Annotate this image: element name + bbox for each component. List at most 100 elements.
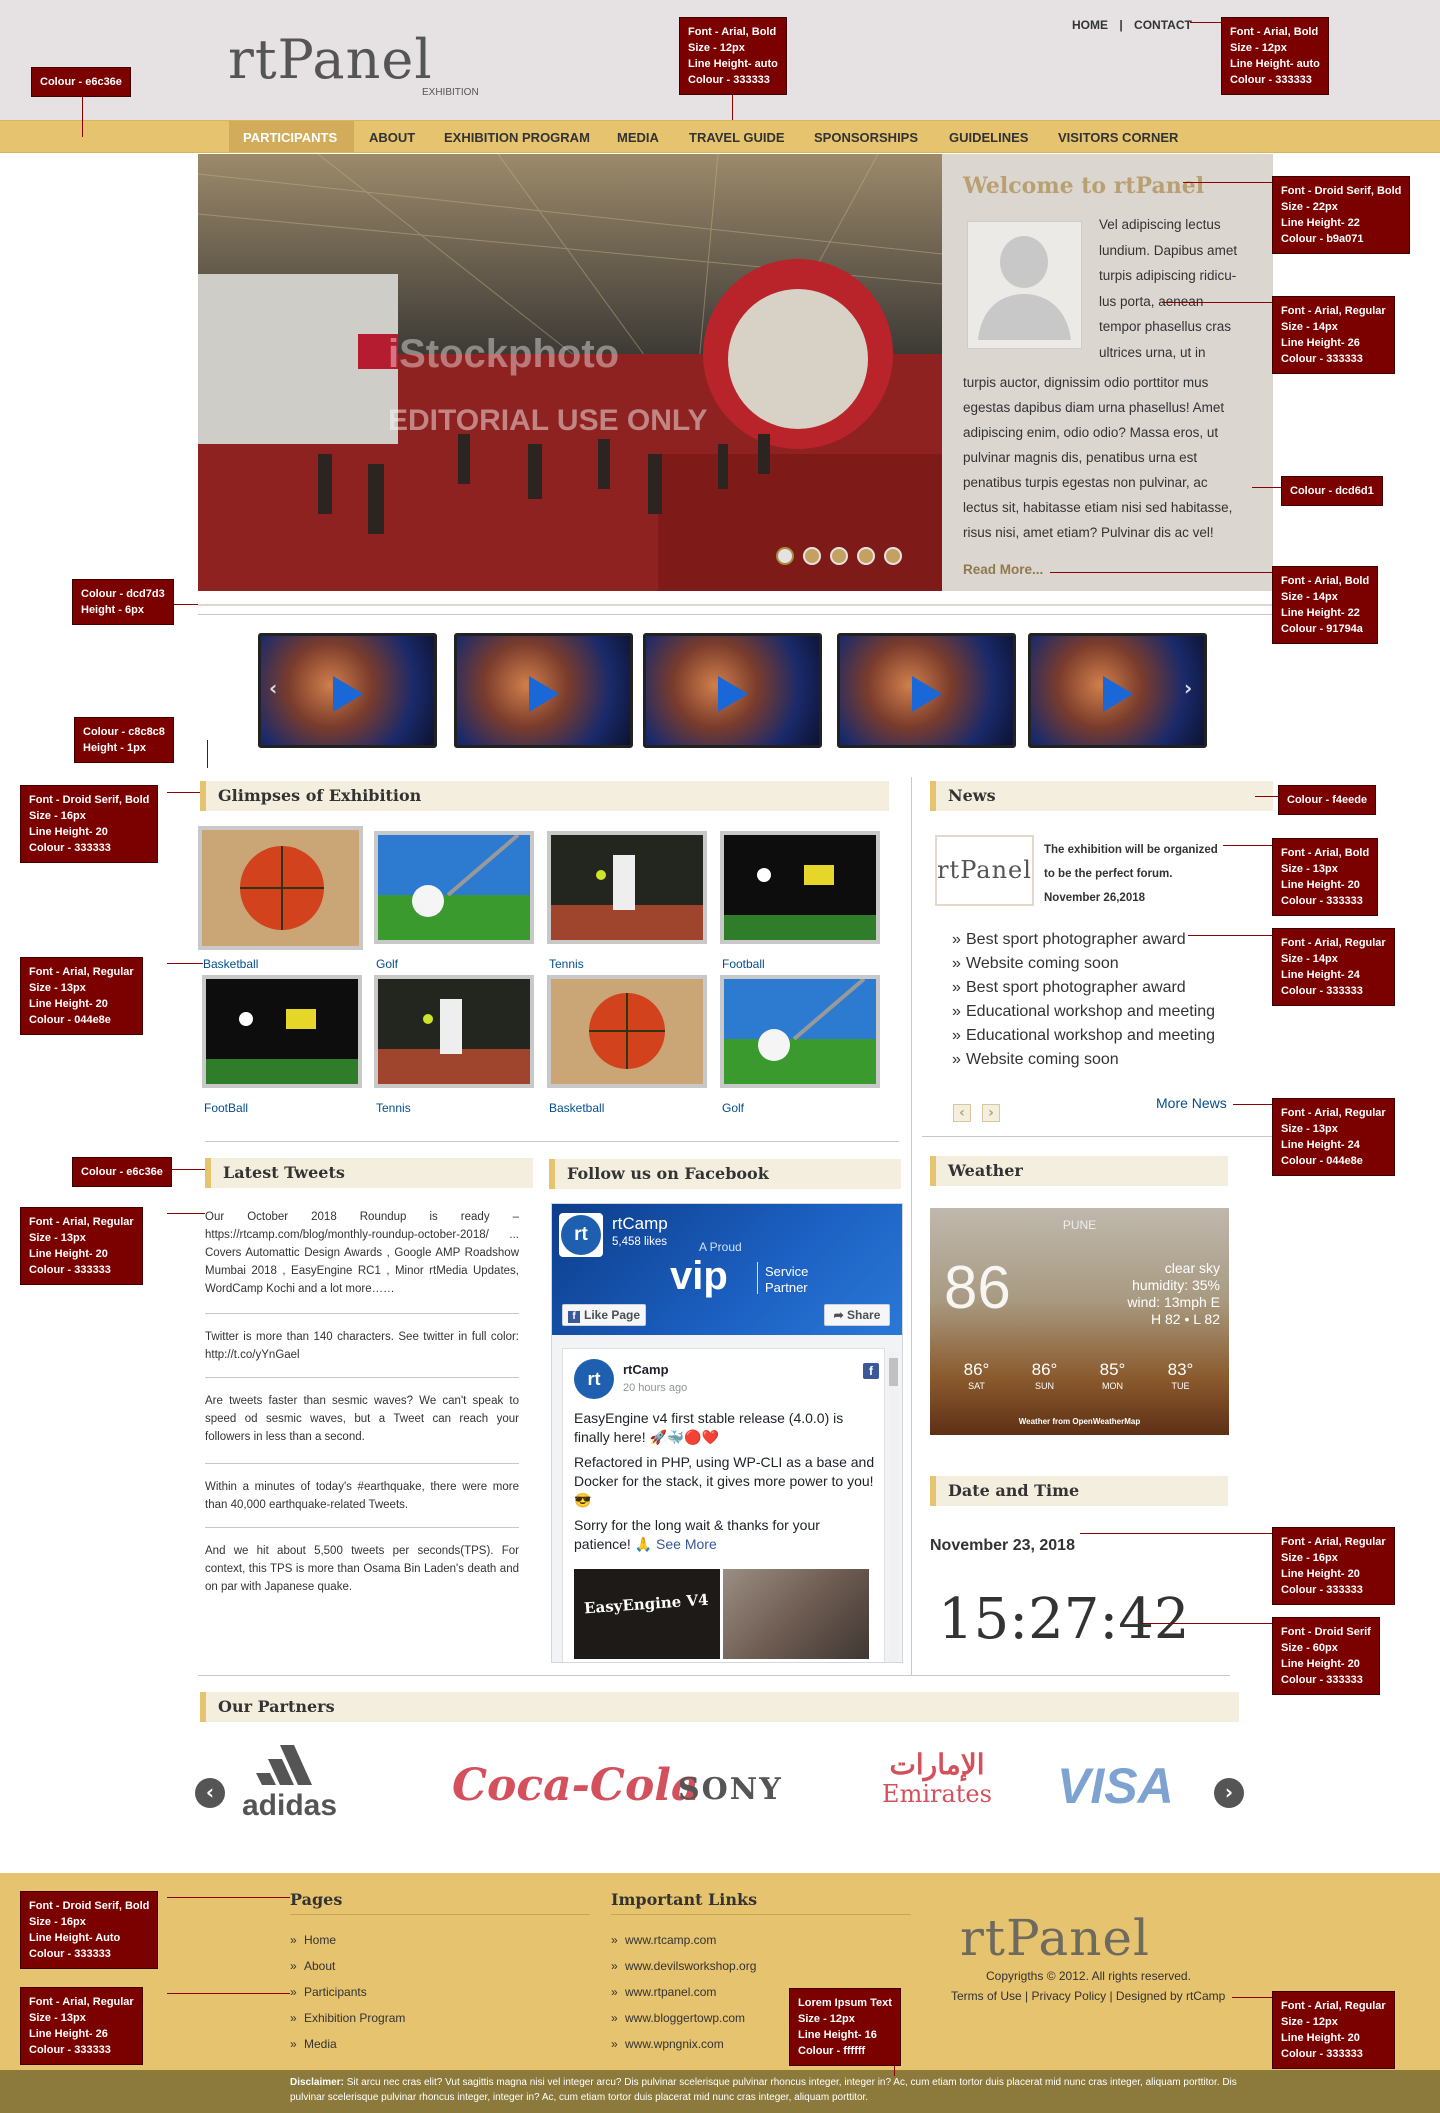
video-next-arrow[interactable]: ›	[1184, 678, 1192, 698]
weather-day-sat: 86° SAT	[963, 1360, 990, 1391]
top-link-home[interactable]: HOME	[1072, 18, 1108, 32]
glimpse-thumb-football-1[interactable]	[720, 831, 880, 944]
nav-visitors-corner[interactable]: VISITORS CORNER	[1058, 130, 1178, 146]
news-item-5[interactable]: » Educational workshop and meeting	[952, 1024, 1215, 1048]
nav-about[interactable]: ABOUT	[369, 130, 415, 146]
chevron-right-icon: »	[611, 1985, 618, 1999]
glimpse-thumb-basketball-1[interactable]	[198, 826, 363, 950]
hero-slider[interactable]: iStockphoto EDITORIAL USE ONLY	[198, 154, 942, 591]
fb-scrollbar[interactable]	[889, 1352, 898, 1662]
partner-logo-coca-cola[interactable]: Coca-Cola	[452, 1760, 700, 1812]
footer-link-wpngnix[interactable]: » www.wpngnix.com	[611, 2031, 724, 2057]
footer-logo[interactable]: rtPanel	[960, 1910, 1150, 1966]
annotation-pointer	[167, 1993, 290, 1994]
glimpse-link-tennis-2[interactable]: Tennis	[376, 1100, 411, 1116]
footer-terms[interactable]: Terms of Use | Privacy Policy | Designed…	[951, 1986, 1225, 2006]
fb-share-button[interactable]: ➦ Share	[824, 1304, 890, 1326]
glimpse-link-tennis-1[interactable]: Tennis	[549, 956, 584, 972]
news-item-1[interactable]: » Best sport photographer award	[952, 928, 1186, 952]
glimpse-link-football-2[interactable]: FootBall	[204, 1100, 248, 1116]
partner-logo-adidas[interactable]: adidas	[242, 1745, 344, 1823]
footer-link-devilsworkshop[interactable]: » www.devilsworkshop.org	[611, 1953, 756, 1979]
footer-page-exhibition-program[interactable]: » Exhibition Program	[290, 2005, 405, 2031]
footer-link-rtcamp[interactable]: » www.rtcamp.com	[611, 1927, 716, 1953]
glimpse-thumb-golf-2[interactable]	[720, 975, 880, 1088]
glimpse-thumb-basketball-2[interactable]	[547, 975, 707, 1088]
hero-watermark-editorial: EDITORIAL USE ONLY	[388, 404, 708, 437]
play-icon	[718, 676, 748, 712]
hero-dot-3[interactable]	[830, 547, 848, 565]
news-item-6[interactable]: » Website coming soon	[952, 1048, 1119, 1072]
video-thumb-3[interactable]	[643, 633, 822, 748]
more-news-link[interactable]: More News	[1156, 1093, 1227, 1113]
footer-page-home[interactable]: » Home	[290, 1927, 336, 1953]
fb-see-more[interactable]: See More	[656, 1536, 717, 1552]
facebook-widget[interactable]: rt rtCamp 5,458 likes A Proud vip Servic…	[551, 1203, 903, 1663]
user-silhouette-icon	[968, 222, 1081, 348]
news-prev-button[interactable]: ‹	[953, 1104, 971, 1122]
read-more-link[interactable]: Read More...	[963, 561, 1043, 579]
footer-link-bloggertowp[interactable]: » www.bloggertowp.com	[611, 2005, 745, 2031]
news-item-2[interactable]: » Website coming soon	[952, 952, 1119, 976]
annotation-hr: Colour - c8c8c8 Height - 1px	[74, 717, 174, 763]
fb-page-name[interactable]: rtCamp	[612, 1214, 668, 1234]
glimpse-thumb-tennis-1[interactable]	[547, 831, 707, 944]
nav-sponsorships[interactable]: SPONSORSHIPS	[814, 130, 918, 146]
partners-prev-arrow[interactable]: ‹	[195, 1778, 225, 1808]
hero-dot-2[interactable]	[803, 547, 821, 565]
glimpse-link-basketball-1[interactable]: Basketball	[203, 956, 258, 972]
partner-logo-sony[interactable]: SONY	[678, 1772, 783, 1808]
video-thumb-2[interactable]	[454, 633, 633, 748]
nav-guidelines[interactable]: GUIDELINES	[949, 130, 1028, 146]
news-featured-title[interactable]: The exhibition will be organized to be t…	[1044, 838, 1218, 886]
weather-credit[interactable]: Weather from OpenWeatherMap	[930, 1417, 1229, 1427]
site-logo[interactable]: rtPanel	[228, 30, 433, 90]
partner-logo-visa[interactable]: VISA	[1057, 1758, 1174, 1814]
annotation-pointer	[1233, 1104, 1272, 1105]
footer-links-heading: Important Links	[611, 1890, 758, 1909]
footer-page-about[interactable]: » About	[290, 1953, 335, 1979]
fb-cover-service: Service	[765, 1264, 809, 1279]
fb-cover-proud: A Proud	[699, 1240, 742, 1254]
news-item-3[interactable]: » Best sport photographer award	[952, 976, 1186, 1000]
glimpse-thumb-tennis-2[interactable]	[374, 975, 534, 1088]
video-prev-arrow[interactable]: ‹	[269, 678, 277, 698]
partner-logo-emirates[interactable]: ﺍﻹﻣﺎﺭﺍﺕ Emirates	[882, 1750, 992, 1809]
fb-scroll-thumb[interactable]	[889, 1358, 898, 1386]
nav-media[interactable]: MEDIA	[617, 130, 659, 146]
annotation-pointer	[207, 740, 208, 768]
hero-dot-1[interactable]	[776, 547, 794, 565]
nav-travel-guide[interactable]: TRAVEL GUIDE	[689, 130, 785, 146]
fb-post-image-1[interactable]: EasyEngine V4	[574, 1569, 720, 1659]
disclaimer-bar: Disclaimer: Sit arcu nec cras elit? Vut …	[0, 2070, 1440, 2113]
glimpse-link-football-1[interactable]: Football	[722, 956, 765, 972]
glimpse-thumb-football-2[interactable]	[202, 975, 362, 1088]
annotation-pointer	[1255, 796, 1278, 797]
glimpse-link-golf-2[interactable]: Golf	[722, 1100, 744, 1116]
nav-participants[interactable]: PARTICIPANTS	[243, 130, 337, 146]
news-item-4[interactable]: » Educational workshop and meeting	[952, 1000, 1215, 1024]
footer-page-participants[interactable]: » Participants	[290, 1979, 367, 2005]
partners-next-arrow[interactable]: ›	[1214, 1778, 1244, 1808]
glimpse-link-basketball-2[interactable]: Basketball	[549, 1100, 604, 1116]
footer-link-rtpanel[interactable]: » www.rtpanel.com	[611, 1979, 716, 2005]
fb-cover-vip: vip	[670, 1254, 728, 1298]
play-icon	[912, 676, 942, 712]
fb-post-author[interactable]: rtCamp	[623, 1362, 669, 1378]
video-thumb-5[interactable]: ›	[1028, 633, 1207, 748]
glimpse-thumb-golf-1[interactable]	[374, 831, 534, 944]
footer-page-media[interactable]: » Media	[290, 2031, 337, 2057]
chevron-right-icon: »	[290, 2011, 297, 2025]
nav-exhibition-program[interactable]: EXHIBITION PROGRAM	[444, 130, 590, 146]
glimpse-link-golf-1[interactable]: Golf	[376, 956, 398, 972]
footer-copyright: Copyrigths © 2012. All rights reserved.	[986, 1969, 1191, 1983]
fb-like-button[interactable]: f Like Page	[562, 1304, 646, 1326]
video-thumb-1[interactable]: ‹	[258, 633, 437, 748]
top-link-contact[interactable]: CONTACT	[1134, 18, 1192, 32]
video-thumb-4[interactable]	[837, 633, 1016, 748]
hero-dot-5[interactable]	[884, 547, 902, 565]
news-next-button[interactable]: ›	[982, 1104, 1000, 1122]
datetime-heading: Date and Time	[930, 1476, 1228, 1506]
fb-post-image-2[interactable]	[723, 1569, 869, 1659]
hero-dot-4[interactable]	[857, 547, 875, 565]
